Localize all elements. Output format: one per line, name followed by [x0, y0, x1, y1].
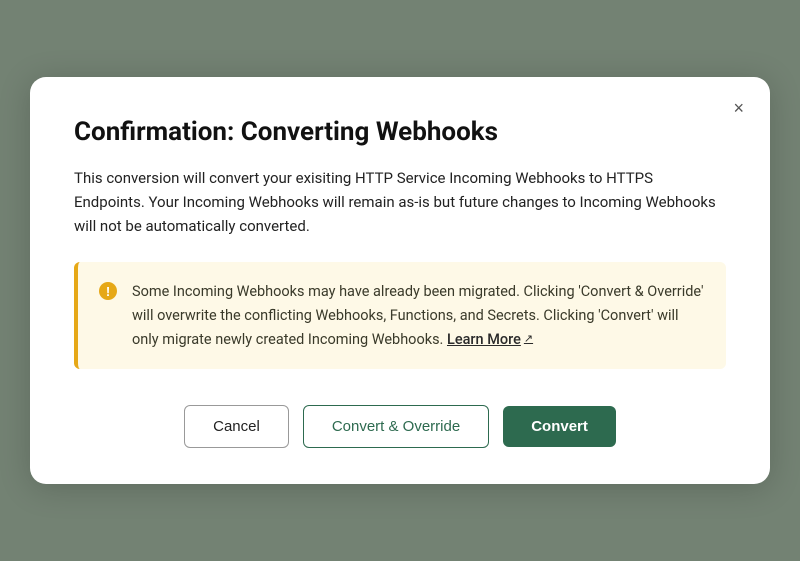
- dialog-actions: Cancel Convert & Override Convert: [74, 405, 726, 448]
- close-button[interactable]: ×: [727, 95, 750, 121]
- external-link-icon: ↗: [524, 330, 533, 348]
- svg-text:!: !: [106, 284, 110, 299]
- dialog-description: This conversion will convert your exisit…: [74, 166, 726, 238]
- dialog: × Confirmation: Converting Webhooks This…: [30, 77, 770, 485]
- dialog-title: Confirmation: Converting Webhooks: [74, 117, 726, 148]
- warning-text: Some Incoming Webhooks may have already …: [132, 280, 706, 352]
- cancel-button[interactable]: Cancel: [184, 405, 289, 448]
- overlay: × Confirmation: Converting Webhooks This…: [0, 0, 800, 561]
- warning-box: ! Some Incoming Webhooks may have alread…: [74, 262, 726, 370]
- learn-more-link[interactable]: Learn More↗: [447, 328, 533, 352]
- close-icon: ×: [733, 98, 744, 118]
- warning-icon: !: [98, 281, 118, 301]
- convert-override-button[interactable]: Convert & Override: [303, 405, 489, 448]
- convert-button[interactable]: Convert: [503, 406, 616, 447]
